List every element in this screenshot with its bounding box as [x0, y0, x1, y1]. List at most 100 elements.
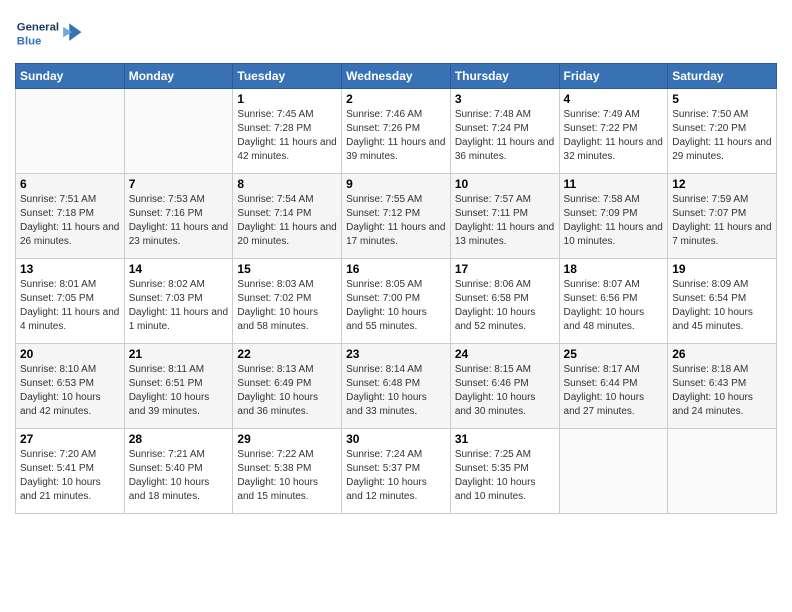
calendar-cell: 6 Sunrise: 7:51 AM Sunset: 7:18 PM Daylig…	[16, 174, 125, 259]
day-info: Sunrise: 7:49 AM Sunset: 7:22 PM Dayligh…	[564, 108, 664, 164]
calendar-cell: 26 Sunrise: 8:18 AM Sunset: 6:43 PM Dayli…	[668, 344, 777, 429]
day-number: 29	[237, 432, 337, 446]
day-info: Sunrise: 7:53 AM Sunset: 7:16 PM Dayligh…	[129, 193, 229, 249]
day-info: Sunrise: 7:48 AM Sunset: 7:24 PM Dayligh…	[455, 108, 555, 164]
day-number: 16	[346, 262, 446, 276]
calendar-cell: 14Sunrise: 8:02 AM Sunset: 7:03 PM Dayli…	[124, 259, 233, 344]
calendar-cell	[124, 89, 233, 174]
day-number: 26	[672, 347, 772, 361]
calendar-cell: 7 Sunrise: 7:53 AM Sunset: 7:16 PM Daylig…	[124, 174, 233, 259]
weekday-header-row: SundayMondayTuesdayWednesdayThursdayFrid…	[16, 64, 777, 89]
calendar-week-row: 13 Sunrise: 8:01 AM Sunset: 7:05 PM Dayli…	[16, 259, 777, 344]
svg-text:General: General	[17, 21, 59, 33]
day-number: 19	[672, 262, 772, 276]
weekday-header: Thursday	[450, 64, 559, 89]
day-info: Sunrise: 7:45 AM Sunset: 7:28 PM Dayligh…	[237, 108, 337, 164]
day-number: 23	[346, 347, 446, 361]
day-info: Sunrise: 7:20 AM Sunset: 5:41 PM Dayligh…	[20, 448, 120, 504]
calendar-cell: 3 Sunrise: 7:48 AM Sunset: 7:24 PM Daylig…	[450, 89, 559, 174]
calendar-cell: 21 Sunrise: 8:11 AM Sunset: 6:51 PM Dayli…	[124, 344, 233, 429]
calendar-cell: 15 Sunrise: 8:03 AM Sunset: 7:02 PM Dayli…	[233, 259, 342, 344]
day-number: 3	[455, 92, 555, 106]
calendar-cell: 13 Sunrise: 8:01 AM Sunset: 7:05 PM Dayli…	[16, 259, 125, 344]
day-info: Sunrise: 8:05 AM Sunset: 7:00 PM Dayligh…	[346, 278, 446, 334]
day-number: 18	[564, 262, 664, 276]
day-info: Sunrise: 7:25 AM Sunset: 5:35 PM Dayligh…	[455, 448, 555, 504]
day-info: Sunrise: 7:22 AM Sunset: 5:38 PM Dayligh…	[237, 448, 337, 504]
calendar-cell: 5 Sunrise: 7:50 AM Sunset: 7:20 PM Daylig…	[668, 89, 777, 174]
day-number: 25	[564, 347, 664, 361]
day-info: Sunrise: 8:10 AM Sunset: 6:53 PM Dayligh…	[20, 363, 120, 419]
calendar-cell: 2 Sunrise: 7:46 AM Sunset: 7:26 PM Daylig…	[342, 89, 451, 174]
day-info: Sunrise: 7:55 AM Sunset: 7:12 PM Dayligh…	[346, 193, 446, 249]
day-info: Sunrise: 8:01 AM Sunset: 7:05 PM Dayligh…	[20, 278, 120, 334]
day-info: Sunrise: 8:09 AM Sunset: 6:54 PM Dayligh…	[672, 278, 772, 334]
day-number: 13	[20, 262, 120, 276]
weekday-header: Wednesday	[342, 64, 451, 89]
day-info: Sunrise: 7:59 AM Sunset: 7:07 PM Dayligh…	[672, 193, 772, 249]
weekday-header: Sunday	[16, 64, 125, 89]
calendar-cell	[559, 429, 668, 514]
day-info: Sunrise: 7:24 AM Sunset: 5:37 PM Dayligh…	[346, 448, 446, 504]
day-number: 4	[564, 92, 664, 106]
calendar-cell: 20 Sunrise: 8:10 AM Sunset: 6:53 PM Dayli…	[16, 344, 125, 429]
calendar-week-row: 1 Sunrise: 7:45 AM Sunset: 7:28 PM Daylig…	[16, 89, 777, 174]
day-number: 6	[20, 177, 120, 191]
day-info: Sunrise: 7:51 AM Sunset: 7:18 PM Dayligh…	[20, 193, 120, 249]
day-number: 17	[455, 262, 555, 276]
calendar-cell: 4 Sunrise: 7:49 AM Sunset: 7:22 PM Daylig…	[559, 89, 668, 174]
day-info: Sunrise: 8:18 AM Sunset: 6:43 PM Dayligh…	[672, 363, 772, 419]
day-number: 22	[237, 347, 337, 361]
calendar-week-row: 6 Sunrise: 7:51 AM Sunset: 7:18 PM Daylig…	[16, 174, 777, 259]
calendar-cell: 8Sunrise: 7:54 AM Sunset: 7:14 PM Daylig…	[233, 174, 342, 259]
day-info: Sunrise: 7:21 AM Sunset: 5:40 PM Dayligh…	[129, 448, 229, 504]
day-number: 14	[129, 262, 229, 276]
weekday-header: Tuesday	[233, 64, 342, 89]
day-info: Sunrise: 7:57 AM Sunset: 7:11 PM Dayligh…	[455, 193, 555, 249]
calendar-cell: 17 Sunrise: 8:06 AM Sunset: 6:58 PM Dayli…	[450, 259, 559, 344]
day-number: 2	[346, 92, 446, 106]
calendar-cell: 11Sunrise: 7:58 AM Sunset: 7:09 PM Dayli…	[559, 174, 668, 259]
day-info: Sunrise: 8:15 AM Sunset: 6:46 PM Dayligh…	[455, 363, 555, 419]
calendar-cell: 1 Sunrise: 7:45 AM Sunset: 7:28 PM Daylig…	[233, 89, 342, 174]
calendar-week-row: 27 Sunrise: 7:20 AM Sunset: 5:41 PM Dayli…	[16, 429, 777, 514]
calendar-cell	[668, 429, 777, 514]
calendar-cell: 25 Sunrise: 8:17 AM Sunset: 6:44 PM Dayli…	[559, 344, 668, 429]
day-info: Sunrise: 7:46 AM Sunset: 7:26 PM Dayligh…	[346, 108, 446, 164]
calendar-cell: 30 Sunrise: 7:24 AM Sunset: 5:37 PM Dayli…	[342, 429, 451, 514]
day-info: Sunrise: 8:11 AM Sunset: 6:51 PM Dayligh…	[129, 363, 229, 419]
day-number: 10	[455, 177, 555, 191]
calendar-cell	[16, 89, 125, 174]
day-info: Sunrise: 8:14 AM Sunset: 6:48 PM Dayligh…	[346, 363, 446, 419]
weekday-header: Friday	[559, 64, 668, 89]
day-number: 1	[237, 92, 337, 106]
weekday-header: Monday	[124, 64, 233, 89]
calendar-cell: 29 Sunrise: 7:22 AM Sunset: 5:38 PM Dayli…	[233, 429, 342, 514]
calendar-cell: 27 Sunrise: 7:20 AM Sunset: 5:41 PM Dayli…	[16, 429, 125, 514]
day-number: 21	[129, 347, 229, 361]
day-number: 30	[346, 432, 446, 446]
calendar-cell: 23 Sunrise: 8:14 AM Sunset: 6:48 PM Dayli…	[342, 344, 451, 429]
day-number: 24	[455, 347, 555, 361]
calendar-cell: 31 Sunrise: 7:25 AM Sunset: 5:35 PM Dayli…	[450, 429, 559, 514]
day-number: 28	[129, 432, 229, 446]
day-number: 27	[20, 432, 120, 446]
day-info: Sunrise: 8:03 AM Sunset: 7:02 PM Dayligh…	[237, 278, 337, 334]
day-number: 31	[455, 432, 555, 446]
calendar-cell: 16 Sunrise: 8:05 AM Sunset: 7:00 PM Dayli…	[342, 259, 451, 344]
calendar-cell: 18Sunrise: 8:07 AM Sunset: 6:56 PM Dayli…	[559, 259, 668, 344]
calendar-week-row: 20 Sunrise: 8:10 AM Sunset: 6:53 PM Dayli…	[16, 344, 777, 429]
calendar-cell: 28 Sunrise: 7:21 AM Sunset: 5:40 PM Dayli…	[124, 429, 233, 514]
day-number: 15	[237, 262, 337, 276]
calendar-cell: 9Sunrise: 7:55 AM Sunset: 7:12 PM Daylig…	[342, 174, 451, 259]
calendar-cell: 12 Sunrise: 7:59 AM Sunset: 7:07 PM Dayli…	[668, 174, 777, 259]
calendar-cell: 24 Sunrise: 8:15 AM Sunset: 6:46 PM Dayli…	[450, 344, 559, 429]
day-number: 12	[672, 177, 772, 191]
day-info: Sunrise: 8:17 AM Sunset: 6:44 PM Dayligh…	[564, 363, 664, 419]
weekday-header: Saturday	[668, 64, 777, 89]
day-number: 7	[129, 177, 229, 191]
day-info: Sunrise: 7:50 AM Sunset: 7:20 PM Dayligh…	[672, 108, 772, 164]
day-number: 5	[672, 92, 772, 106]
day-number: 20	[20, 347, 120, 361]
day-info: Sunrise: 8:06 AM Sunset: 6:58 PM Dayligh…	[455, 278, 555, 334]
